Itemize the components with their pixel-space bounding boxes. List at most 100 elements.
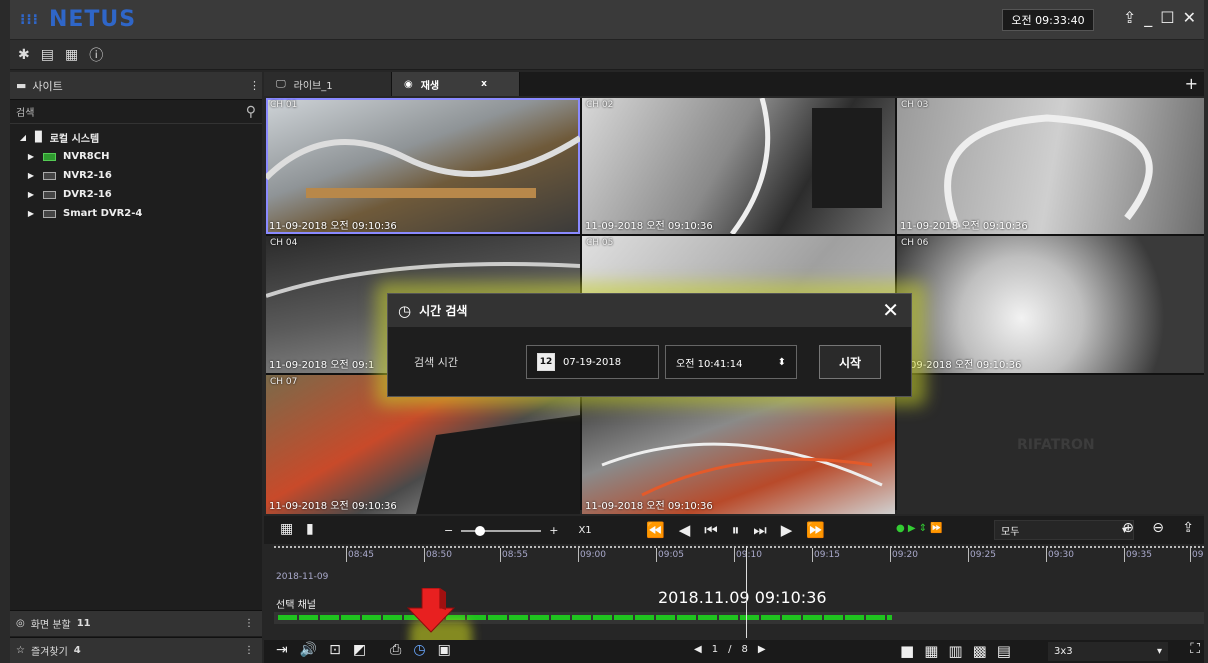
export-icon[interactable]: ⇪	[1182, 520, 1194, 536]
layout-3x3-icon[interactable]: ▩	[973, 642, 987, 660]
zoom-out-icon[interactable]: −	[444, 524, 453, 537]
app-window: ⁝⁝⁝ NETUS 오전 09:33:40 ⇪ _ ☐ ✕ ✱ ▤ ▦ ⓘ ▬ …	[10, 0, 1204, 663]
close-icon[interactable]: ✕	[1183, 8, 1196, 27]
tick-label: 09:35	[1124, 548, 1152, 562]
site-header[interactable]: ▬ 사이트 ⋮	[10, 72, 262, 100]
tick-label: 09:00	[578, 548, 606, 562]
layout-2x2-icon[interactable]: ▦	[924, 642, 938, 660]
time-field[interactable]: 오전 10:41:14 ⬍	[665, 345, 797, 379]
layout-4x4-icon[interactable]: ▤	[997, 642, 1011, 660]
play-icon[interactable]: ▶	[781, 521, 793, 539]
expand-icon[interactable]: ▶	[26, 190, 36, 199]
more-icon[interactable]: ⋮	[244, 645, 254, 656]
date-field[interactable]: 12 07-19-2018	[526, 345, 659, 379]
timeline-zoom-in-icon[interactable]: ⊕	[1122, 520, 1134, 536]
slider-knob[interactable]	[475, 525, 486, 536]
pause-icon[interactable]: ⏸	[732, 521, 740, 539]
channel-label: CH 05	[586, 238, 614, 248]
search-row[interactable]: 검색 ⚲	[10, 100, 262, 124]
collapse-icon[interactable]: ◢	[18, 133, 28, 142]
step-forward-icon[interactable]: ⏭	[753, 521, 767, 539]
save-icon[interactable]: ▣	[438, 642, 451, 658]
tree-item[interactable]: ▶ NVR8CH	[10, 147, 262, 166]
calendar-icon[interactable]: 12	[537, 353, 555, 371]
volume-icon[interactable]: 🔊	[300, 642, 317, 658]
page-total: 8	[741, 644, 748, 655]
spinner-icon[interactable]: ⬍	[778, 357, 786, 368]
fullscreen-icon[interactable]: ⛶	[1190, 641, 1200, 657]
dock-icon[interactable]: ⇥	[276, 642, 288, 658]
current-time: 2018.11.09 09:10:36	[658, 588, 827, 607]
next-page-icon[interactable]: ▶	[758, 644, 766, 655]
export-clip-icon[interactable]: ◩	[353, 642, 366, 658]
fast-forward-icon[interactable]: ⏩	[806, 521, 825, 539]
reverse-play-icon[interactable]: ◀	[679, 521, 691, 539]
speed-label[interactable]: X1	[578, 525, 591, 536]
eye-icon: ◎	[16, 618, 25, 629]
gear-icon[interactable]: ✱	[18, 47, 30, 63]
expand-icon[interactable]: ▶	[26, 209, 36, 218]
title-bar: ⁝⁝⁝ NETUS 오전 09:33:40 ⇪ _ ☐ ✕	[10, 0, 1204, 40]
calendar-icon[interactable]: ▦	[280, 521, 293, 537]
sync-play-icon[interactable]: ● ▶ ⇕ ⏩	[896, 523, 943, 534]
play-controls: ⏪ ◀ ⏮ ⏸ ⏭ ▶ ⏩	[646, 521, 825, 539]
tree-item[interactable]: ▶ DVR2-16	[10, 185, 262, 204]
tab-playback[interactable]: ◉ 재생 x	[392, 72, 520, 96]
timeline-date: 2018-11-09	[276, 572, 329, 582]
bookmark-icon[interactable]: ▮	[306, 521, 314, 537]
recorder-icon	[43, 190, 56, 199]
zoom-slider[interactable]	[461, 525, 542, 536]
camera-tile[interactable]: CH 02 11-09-2018 오전 09:10:36	[582, 98, 895, 234]
expand-icon[interactable]: ▶	[26, 152, 36, 161]
camera-image	[944, 114, 1153, 230]
split-screen-panel[interactable]: ◎ 화면 분할 11 ⋮	[10, 610, 262, 636]
list-icon[interactable]: ▦	[65, 47, 78, 63]
channel-label: CH 02	[586, 100, 614, 110]
camera-tile[interactable]: CH 03 11-09-2018 오전 09:10:36	[897, 98, 1204, 234]
layout-1p5-icon[interactable]: ▥	[948, 642, 962, 660]
filter-select[interactable]: 모두 ▾	[994, 520, 1134, 540]
tab-close-icon[interactable]: x	[481, 79, 487, 89]
layout-select[interactable]: 3x3 ▾	[1048, 642, 1168, 661]
time-search-icon[interactable]: ◷	[413, 642, 425, 658]
favorites-panel[interactable]: ☆ 즐겨찾기 4 ⋮	[10, 637, 262, 663]
more-icon[interactable]: ⋮	[244, 618, 254, 629]
minimize-icon[interactable]: _	[1144, 8, 1152, 27]
start-button[interactable]: 시작	[819, 345, 881, 379]
prev-page-icon[interactable]: ◀	[694, 644, 702, 655]
main-toolbar: ✱ ▤ ▦ ⓘ	[10, 40, 1204, 70]
tick-label: 09:15	[812, 548, 840, 562]
info-icon[interactable]: ⓘ	[89, 45, 103, 65]
clock-icon: ◷	[398, 301, 412, 320]
rewind-icon[interactable]: ⏪	[646, 521, 665, 539]
camera-tile[interactable]: CH 01 11-09-2018 오전 09:10:36	[266, 98, 580, 234]
expand-icon[interactable]: ▶	[26, 171, 36, 180]
search-icon[interactable]: ⚲	[246, 104, 256, 120]
tab-live[interactable]: 🖵 라이브_1	[264, 72, 392, 96]
tick-label: 09:10	[734, 548, 762, 562]
monitor-icon: 🖵	[276, 78, 286, 90]
page-current: 1	[711, 644, 719, 655]
snapshot-icon[interactable]: ⊡	[329, 642, 341, 658]
camera-tile-empty[interactable]: RIFATRON	[897, 375, 1204, 514]
timeline-cursor[interactable]	[746, 546, 747, 638]
event-search-icon[interactable]: ⎙	[390, 642, 401, 658]
step-back-icon[interactable]: ⏮	[704, 521, 718, 539]
tree-item[interactable]: ▶ NVR2-16	[10, 166, 262, 185]
bottom-toolbar: ⇥ 🔊 ⊡ ◩ ⎙ ◷ ▣ ◀ 1 / 8 ▶ ■ ▦ ▥ ▩ ▤ 3x3 ▾ …	[264, 640, 1204, 663]
layout-1x1-icon[interactable]: ■	[900, 642, 914, 660]
site-label: 사이트	[32, 79, 63, 93]
tree-root[interactable]: ◢ ▉ 로컬 시스템	[10, 128, 262, 147]
camera-tile[interactable]: CH 06 1-09-2018 오전 09:10:36	[897, 236, 1204, 373]
maximize-icon[interactable]: ☐	[1160, 8, 1174, 27]
recording-segments	[278, 615, 892, 620]
device-icon[interactable]: ▤	[41, 47, 54, 63]
add-tab-icon[interactable]: +	[1185, 74, 1198, 93]
zoom-in-icon[interactable]: +	[549, 524, 558, 537]
tree-item[interactable]: ▶ Smart DVR2-4	[10, 204, 262, 223]
timeline-zoom-out-icon[interactable]: ⊖	[1152, 520, 1164, 536]
dialog-close-icon[interactable]: ✕	[882, 298, 899, 322]
more-icon[interactable]: ⋮	[249, 79, 260, 92]
channel-label: CH 06	[901, 238, 929, 248]
export-icon[interactable]: ⇪	[1123, 8, 1136, 27]
